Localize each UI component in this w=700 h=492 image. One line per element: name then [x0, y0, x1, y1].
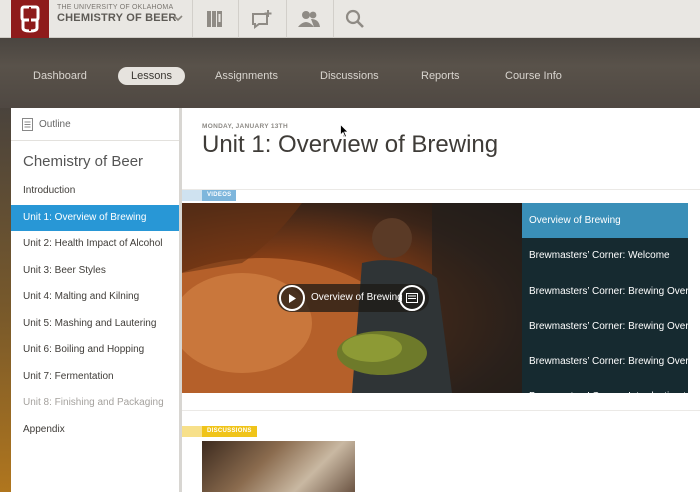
top-bar: THE UNIVERSITY OF OKLAHOMA CHEMISTRY OF … — [0, 0, 700, 38]
gradebook-icon[interactable] — [203, 7, 227, 31]
mouse-cursor-icon — [340, 124, 349, 138]
sidebar-item-unit-2[interactable]: Unit 2: Health Impact of Alcohol — [11, 231, 179, 258]
divider — [286, 0, 287, 38]
university-name: THE UNIVERSITY OF OKLAHOMA — [57, 4, 174, 11]
divider — [182, 410, 700, 411]
transcript-icon[interactable] — [399, 285, 425, 311]
search-icon[interactable] — [343, 7, 367, 31]
main-content: MONDAY, JANUARY 13TH Unit 1: Overview of… — [182, 108, 700, 492]
outline-header[interactable]: Outline — [11, 108, 179, 141]
sidebar-item-unit-1[interactable]: Unit 1: Overview of Brewing — [11, 204, 179, 231]
add-post-icon[interactable] — [250, 7, 274, 31]
videos-tag: VIDEOS — [202, 190, 237, 201]
divider — [238, 0, 239, 38]
playlist-item[interactable]: Brewmasters’ Corner: Brewing Overvi... — [522, 344, 688, 379]
play-icon[interactable] — [279, 285, 305, 311]
nav-discussions[interactable]: Discussions — [320, 67, 379, 85]
ou-logo-icon[interactable] — [11, 0, 49, 38]
video-player[interactable]: Overview of Brewing — [182, 203, 522, 393]
discussion-thumbnail[interactable] — [202, 441, 355, 492]
video-playlist: Overview of Brewing Brewmasters’ Corner:… — [522, 203, 688, 393]
discussions-tag-bar — [182, 426, 202, 437]
playlist-item[interactable]: Brewmasters’ Corner: Introduction to... — [522, 379, 688, 393]
videos-tag-bar — [182, 190, 202, 201]
nav-assignments[interactable]: Assignments — [215, 67, 278, 85]
sidebar-item-unit-6[interactable]: Unit 6: Boiling and Hopping — [11, 337, 179, 364]
sidebar-item-introduction[interactable]: Introduction — [11, 178, 179, 205]
nav-lessons[interactable]: Lessons — [118, 67, 185, 85]
playlist-item[interactable]: Brewmasters’ Corner: Welcome — [522, 238, 688, 273]
sidebar-item-unit-7[interactable]: Unit 7: Fermentation — [11, 364, 179, 391]
outline-label: Outline — [39, 118, 71, 130]
chevron-down-icon[interactable] — [172, 12, 184, 24]
sidebar-item-unit-5[interactable]: Unit 5: Mashing and Lautering — [11, 311, 179, 338]
course-name: CHEMISTRY OF BEER — [57, 12, 177, 24]
main-nav: Dashboard Lessons Assignments Discussion… — [0, 38, 700, 108]
outline-sidebar: Outline Chemistry of Beer Introduction U… — [11, 108, 182, 492]
outline-icon — [22, 117, 33, 131]
nav-course-info[interactable]: Course Info — [505, 67, 562, 85]
sidebar-course-title[interactable]: Chemistry of Beer — [11, 141, 179, 178]
playlist-item[interactable]: Brewmasters’ Corner: Brewing Overvi... — [522, 274, 688, 309]
discussions-tag: DISCUSSIONS — [202, 426, 257, 437]
sidebar-item-unit-4[interactable]: Unit 4: Malting and Kilning — [11, 284, 179, 311]
nav-dashboard[interactable]: Dashboard — [33, 67, 87, 85]
course-switcher[interactable]: THE UNIVERSITY OF OKLAHOMA CHEMISTRY OF … — [57, 4, 177, 24]
lesson-date: MONDAY, JANUARY 13TH — [202, 123, 288, 130]
divider — [333, 0, 334, 38]
sidebar-item-unit-8[interactable]: Unit 8: Finishing and Packaging — [11, 390, 179, 417]
divider — [192, 0, 193, 38]
sidebar-item-unit-3[interactable]: Unit 3: Beer Styles — [11, 258, 179, 285]
playlist-item[interactable]: Brewmasters’ Corner: Brewing Overvi... — [522, 309, 688, 344]
playlist-item[interactable]: Overview of Brewing — [522, 203, 688, 239]
divider — [182, 189, 700, 190]
people-icon[interactable] — [297, 7, 321, 31]
nav-reports[interactable]: Reports — [421, 67, 460, 85]
video-play-control[interactable]: Overview of Brewing — [277, 284, 429, 312]
sidebar-item-appendix[interactable]: Appendix — [11, 417, 179, 444]
page-title: Unit 1: Overview of Brewing — [202, 131, 499, 158]
video-title: Overview of Brewing — [311, 292, 403, 303]
